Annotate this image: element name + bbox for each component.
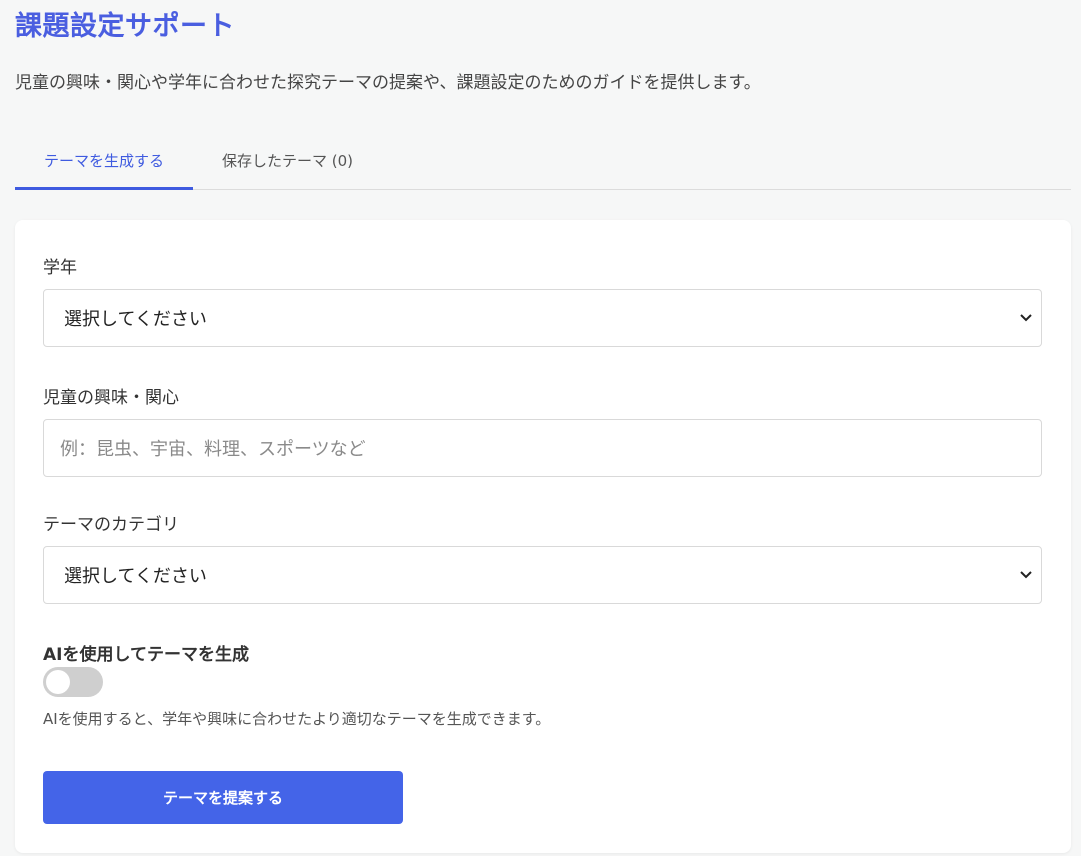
page-subtitle: 児童の興味・関心や学年に合わせた探究テーマの提案や、課題設定のためのガイドを提供… — [15, 73, 761, 93]
ai-toggle-label: AIを使用してテーマを生成 — [43, 645, 249, 665]
ai-help-text: AIを使用すると、学年や興味に合わせたより適切なテーマを生成できます。 — [43, 710, 551, 728]
suggest-theme-button[interactable]: テーマを提案する — [43, 771, 403, 824]
page-title: 課題設定サポート — [15, 11, 235, 42]
tab-saved-themes[interactable]: 保存したテーマ (0) — [193, 136, 382, 190]
grade-select-value: 選択してください — [64, 309, 207, 330]
interests-placeholder: 例：昆虫、宇宙、料理、スポーツなど — [60, 439, 366, 460]
tab-generate-theme[interactable]: テーマを生成する — [15, 136, 194, 190]
tab-bar: テーマを生成する 保存したテーマ (0) — [15, 136, 1071, 190]
category-select-value: 選択してください — [64, 566, 207, 587]
category-label: テーマのカテゴリ — [43, 515, 179, 535]
page: 課題設定サポート 児童の興味・関心や学年に合わせた探究テーマの提案や、課題設定の… — [0, 0, 1081, 856]
chevron-down-icon — [1019, 311, 1033, 325]
ai-toggle[interactable] — [43, 667, 103, 697]
interests-input[interactable]: 例：昆虫、宇宙、料理、スポーツなど — [43, 419, 1042, 477]
chevron-down-icon — [1019, 568, 1033, 582]
category-select[interactable]: 選択してください — [43, 546, 1042, 604]
toggle-knob — [46, 670, 70, 694]
grade-label: 学年 — [43, 258, 77, 278]
form-card: 学年 選択してください 児童の興味・関心 例：昆虫、宇宙、料理、スポーツなど テ… — [15, 220, 1071, 853]
interests-label: 児童の興味・関心 — [43, 388, 179, 408]
grade-select[interactable]: 選択してください — [43, 289, 1042, 347]
